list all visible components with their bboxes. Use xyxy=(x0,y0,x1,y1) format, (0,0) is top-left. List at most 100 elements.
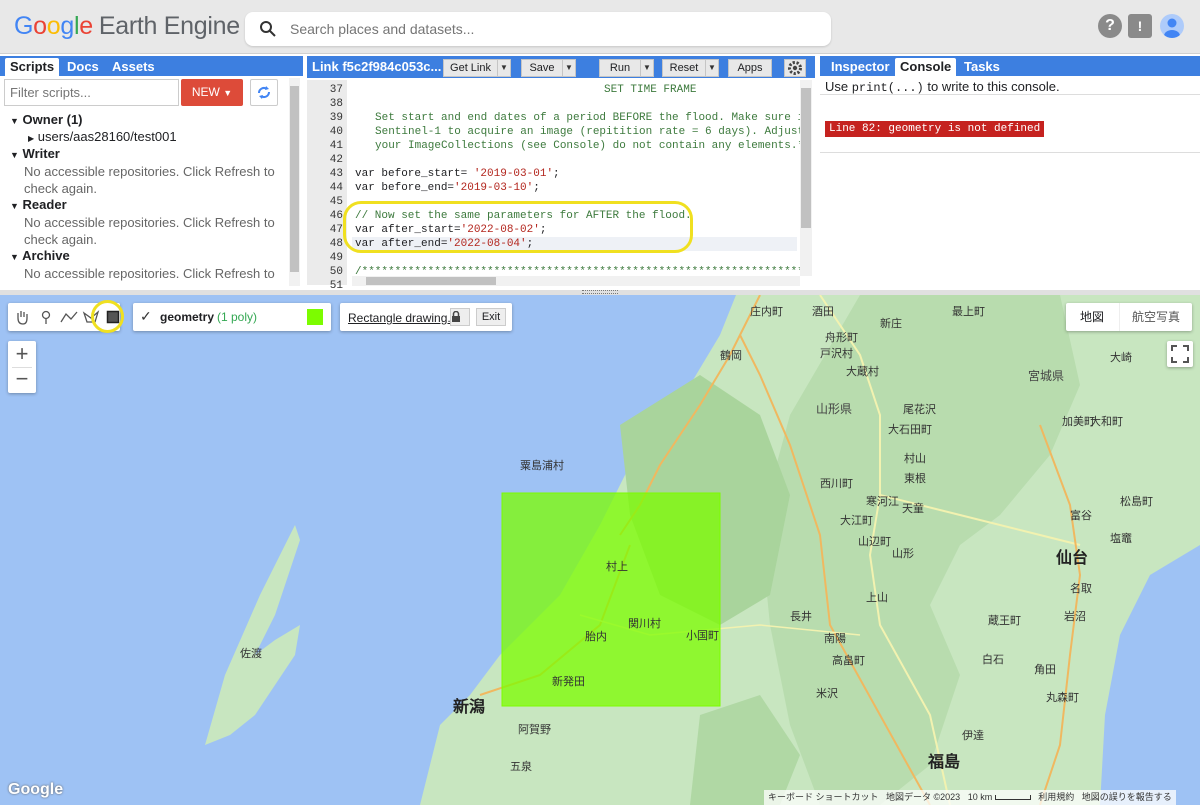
map-data-credit: 地図データ ©2023 xyxy=(886,792,961,802)
left-scroll-thumb[interactable] xyxy=(290,86,299,272)
tab-assets[interactable]: Assets xyxy=(107,58,160,76)
line-draw-icon[interactable] xyxy=(60,309,78,325)
geometry-layer-entry[interactable]: ✓ geometry (1 poly) xyxy=(133,303,331,331)
map-label-sagae: 寒河江 xyxy=(866,496,899,508)
run-dropdown-icon[interactable]: ▼ xyxy=(640,59,654,77)
map-label-marumori: 丸森町 xyxy=(1046,692,1079,704)
editor-horizontal-scrollbar[interactable] xyxy=(352,276,800,286)
line-number: 38 xyxy=(329,98,343,110)
hand-pan-icon[interactable] xyxy=(14,309,30,325)
save-button[interactable]: Save xyxy=(521,59,563,77)
map-label-sendai: 仙台 xyxy=(1056,550,1089,567)
map-label-yamagata: 山形 xyxy=(892,548,914,560)
writer-note: No accessible repositories. Click Refres… xyxy=(24,164,275,196)
tab-inspector[interactable]: Inspector xyxy=(826,58,895,76)
console-divider-2 xyxy=(820,152,1200,153)
tab-scripts[interactable]: Scripts xyxy=(5,58,60,76)
map-label-oishida: 大石田町 xyxy=(888,424,932,436)
script-title[interactable]: Link f5c2f984c053c... xyxy=(312,59,441,74)
refresh-button[interactable] xyxy=(250,79,278,106)
save-dropdown-icon[interactable]: ▼ xyxy=(562,59,576,77)
zoom-in-icon[interactable]: + xyxy=(8,341,36,367)
fullscreen-icon[interactable] xyxy=(1167,341,1193,367)
tab-console[interactable]: Console xyxy=(895,58,957,76)
map-label-oe: 大江町 xyxy=(840,515,873,527)
run-button[interactable]: Run xyxy=(599,59,641,77)
repo-label: users/aas28160/test001 xyxy=(37,129,177,144)
tab-docs[interactable]: Docs xyxy=(62,58,104,76)
line-number: 46 xyxy=(329,210,343,222)
left-panel: Scripts Docs Assets NEW ▼ ▼ Owner (1) ▶ … xyxy=(0,54,303,290)
editor-hscroll-thumb[interactable] xyxy=(366,277,496,285)
zoom-out-icon[interactable]: − xyxy=(8,367,36,393)
map-type-satellite[interactable]: 航空写真 xyxy=(1119,303,1192,331)
zoom-control: + − xyxy=(8,341,36,393)
right-panel: Inspector Console Tasks Use print(...) t… xyxy=(820,54,1200,290)
report-error-link[interactable]: 地図の誤りを報告する xyxy=(1082,792,1172,802)
map-label-nagai: 長井 xyxy=(790,611,812,623)
map-label-yamanobe: 山辺町 xyxy=(858,536,891,548)
editor-vscroll-thumb[interactable] xyxy=(801,88,811,228)
settings-gear-icon[interactable] xyxy=(784,59,806,77)
help-icon[interactable]: ? xyxy=(1098,14,1122,38)
map-canvas xyxy=(205,295,1200,805)
left-tab-bar: Scripts Docs Assets xyxy=(0,56,303,76)
layer-name: geometry xyxy=(160,310,215,324)
console-error-message[interactable]: Line 82: geometry is not defined xyxy=(825,121,1045,137)
reset-button[interactable]: Reset xyxy=(662,59,706,77)
new-button[interactable]: NEW ▼ xyxy=(181,79,243,106)
map-label-yamagata-pref: 山形県 xyxy=(816,402,853,416)
tree-repo-item[interactable]: ▶ users/aas28160/test001 xyxy=(28,129,177,144)
feedback-icon[interactable]: ! xyxy=(1128,14,1152,38)
keyboard-shortcuts-link[interactable]: キーボード ショートカット xyxy=(768,792,879,802)
map-type-roadmap[interactable]: 地図 xyxy=(1066,303,1118,331)
scale-bar xyxy=(994,795,1031,801)
console-hint: Use print(...) to write to this console. xyxy=(825,79,1060,95)
map-label-higashine: 東根 xyxy=(904,473,926,485)
marker-point-icon[interactable] xyxy=(38,309,54,325)
editor-vertical-scrollbar[interactable] xyxy=(800,80,812,276)
layer-color-swatch[interactable] xyxy=(307,309,323,325)
exit-button[interactable]: Exit xyxy=(476,308,506,326)
new-dropdown-icon: ▼ xyxy=(223,88,233,98)
drawing-mode-label: Rectangle drawing. xyxy=(348,311,451,325)
line-number: 42 xyxy=(329,154,343,166)
code-editor: Link f5c2f984c053c... Get Link ▼ Save ▼ … xyxy=(307,54,815,292)
get-link-dropdown-icon[interactable]: ▼ xyxy=(497,59,511,77)
terms-link[interactable]: 利用規約 xyxy=(1038,792,1074,802)
layer-visible-checkbox-icon[interactable]: ✓ xyxy=(140,308,152,325)
line-number: 40 xyxy=(329,126,343,138)
map-view[interactable]: 山形県 宮城県 仙台 新潟 福島 佐渡 粟島浦村 村上 胎内 関川村 小国町 新… xyxy=(0,295,1200,805)
map-label-agano: 阿賀野 xyxy=(518,724,551,736)
apps-button[interactable]: Apps xyxy=(728,59,772,77)
tab-tasks[interactable]: Tasks xyxy=(959,58,1005,76)
tree-reader[interactable]: ▼ Reader xyxy=(10,197,67,212)
earth-engine-logo[interactable]: Google Earth Engine xyxy=(14,12,240,41)
drawing-status-bar: Rectangle drawing. Exit xyxy=(340,303,512,331)
map-label-natori: 名取 xyxy=(1070,583,1092,595)
map-label-gosen: 五泉 xyxy=(510,761,532,773)
account-avatar-icon[interactable] xyxy=(1160,14,1184,38)
tree-archive[interactable]: ▼ Archive xyxy=(10,248,70,263)
logo-suffix: Earth Engine xyxy=(98,12,240,40)
reset-dropdown-icon[interactable]: ▼ xyxy=(705,59,719,77)
tree-owner[interactable]: ▼ Owner (1) xyxy=(10,112,83,127)
tree-writer[interactable]: ▼ Writer xyxy=(10,146,60,161)
map-label-shiogama: 塩竈 xyxy=(1110,533,1132,545)
map-label-awashima: 粟島浦村 xyxy=(520,460,564,472)
left-scrollbar[interactable] xyxy=(289,78,300,286)
search-input[interactable] xyxy=(290,19,810,39)
new-label: NEW xyxy=(191,85,220,99)
line-number: 48 xyxy=(329,238,343,250)
map-label-iwanuma: 岩沼 xyxy=(1064,611,1086,623)
map-label-takahata: 高畠町 xyxy=(832,655,865,667)
code-line-37: SET TIME FRAME xyxy=(604,84,697,96)
map-label-nishikawa: 西川町 xyxy=(820,478,853,490)
map-label-funagata: 舟形町 xyxy=(825,332,858,344)
lock-icon[interactable] xyxy=(450,308,470,326)
google-logo-text: Google xyxy=(14,12,93,40)
get-link-button[interactable]: Get Link xyxy=(443,59,498,77)
search-box[interactable] xyxy=(245,12,831,46)
tree-reader-label: Reader xyxy=(22,197,67,212)
filter-scripts-input[interactable] xyxy=(4,79,179,106)
